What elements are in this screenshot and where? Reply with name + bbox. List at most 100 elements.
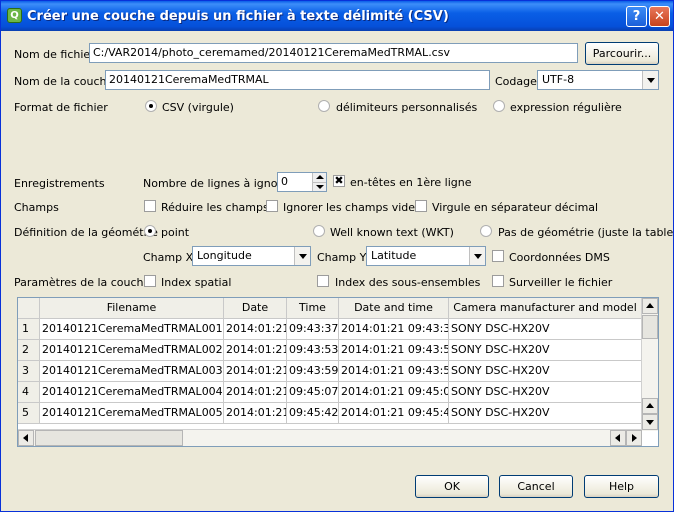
scroll-up-icon[interactable] <box>642 298 658 314</box>
row-number[interactable]: 2 <box>18 340 40 361</box>
y-field-select[interactable]: Latitude <box>366 246 486 266</box>
chevron-down-icon[interactable] <box>294 247 310 265</box>
encoding-label: Codage <box>495 75 537 88</box>
table-cell: SONY DSC-HX20V <box>449 319 642 340</box>
table-cell: SONY DSC-HX20V <box>449 361 642 382</box>
subset-index-checkbox[interactable] <box>317 275 329 287</box>
table-cell: SONY DSC-HX20V <box>449 382 642 403</box>
header-first-line-label: en-têtes en 1ère ligne <box>350 176 472 189</box>
help-icon[interactable]: ? <box>626 6 647 27</box>
y-field-label: Champ Y <box>317 251 367 264</box>
file-name-input[interactable]: C:/VAR2014/photo_ceremamed/20140121Cerem… <box>89 43 578 63</box>
table-cell: 09:45:42 <box>287 403 339 424</box>
y-field-value: Latitude <box>371 249 417 262</box>
encoding-value: UTF-8 <box>542 73 575 86</box>
table-cell: 20140121CeremaMedTRMAL001.JPG <box>40 319 224 340</box>
trim-fields-checkbox[interactable] <box>144 200 156 212</box>
row-number[interactable]: 1 <box>18 319 40 340</box>
table-cell: 2014:01:21 <box>224 361 287 382</box>
csv-radio[interactable] <box>145 100 157 112</box>
scroll-right-icon[interactable] <box>626 430 642 446</box>
column-header[interactable]: Time <box>287 298 339 319</box>
table-cell: 2014:01:21 <box>224 403 287 424</box>
regex-radio[interactable] <box>493 100 505 112</box>
table-row[interactable]: 4 20140121CeremaMedTRMAL004.JPG 2014:01:… <box>18 382 642 403</box>
close-icon[interactable]: ✕ <box>649 6 670 27</box>
row-number[interactable]: 5 <box>18 403 40 424</box>
title-bar[interactable]: Q Créer une couche depuis un fichier à t… <box>1 1 673 31</box>
ignore-empty-label: Ignorer les champs vides <box>283 201 421 214</box>
chevron-down-icon[interactable] <box>642 71 658 89</box>
file-format-label: Format de fichier <box>14 101 108 114</box>
column-header[interactable]: Date and time <box>339 298 449 319</box>
skip-lines-value: 0 <box>281 175 288 188</box>
watch-file-checkbox[interactable] <box>492 275 504 287</box>
table-cell: 09:43:53 <box>287 340 339 361</box>
vertical-scrollbar[interactable] <box>641 298 658 431</box>
table-row[interactable]: 5 20140121CeremaMedTRMAL005.JPG 2014:01:… <box>18 403 642 424</box>
column-header[interactable]: Camera manufacturer and model <box>449 298 642 319</box>
spatial-index-checkbox[interactable] <box>144 275 156 287</box>
x-field-select[interactable]: Longitude <box>192 246 311 266</box>
scroll-thumb[interactable] <box>642 315 658 339</box>
scroll-up-icon[interactable] <box>642 398 658 414</box>
layer-name-label: Nom de la couche <box>14 75 114 88</box>
trim-fields-label: Réduire les champs <box>161 201 269 214</box>
point-radio-label: point <box>161 226 190 239</box>
header-first-line-checkbox[interactable]: ✖ <box>333 175 345 187</box>
layer-settings-label: Paramètres de la couche <box>14 276 151 289</box>
point-radio[interactable] <box>144 225 156 237</box>
no-geometry-radio[interactable] <box>480 225 492 237</box>
table-cell: 2014:01:21 09:45:42 <box>339 403 449 424</box>
table-row[interactable]: 2 20140121CeremaMedTRMAL002.JPG 2014:01:… <box>18 340 642 361</box>
row-number[interactable]: 3 <box>18 361 40 382</box>
preview-table[interactable]: Filename Date Time Date and time Camera … <box>17 297 659 447</box>
regex-radio-label: expression régulière <box>510 101 622 114</box>
x-field-label: Champ X <box>143 251 194 264</box>
table-row[interactable]: 1 20140121CeremaMedTRMAL001.JPG 2014:01:… <box>18 319 642 340</box>
spatial-index-label: Index spatial <box>161 276 232 289</box>
scroll-left-icon[interactable] <box>18 430 34 446</box>
stepper-down-icon[interactable] <box>312 182 326 191</box>
wkt-radio[interactable] <box>313 225 325 237</box>
dms-label: Coordonnées DMS <box>509 251 610 264</box>
custom-delimiters-radio[interactable] <box>318 100 330 112</box>
scroll-down-icon[interactable] <box>642 414 658 430</box>
chevron-down-icon[interactable] <box>469 247 485 265</box>
stepper-up-icon[interactable] <box>312 173 326 182</box>
ignore-empty-checkbox[interactable] <box>266 200 278 212</box>
table-cell: 2014:01:21 09:45:07 <box>339 382 449 403</box>
horizontal-scrollbar[interactable] <box>18 429 642 446</box>
ok-button[interactable]: OK <box>415 475 489 498</box>
fields-label: Champs <box>14 201 59 214</box>
corner-header <box>18 298 40 319</box>
scroll-left-icon[interactable] <box>610 430 626 446</box>
table-cell: SONY DSC-HX20V <box>449 403 642 424</box>
cancel-button[interactable]: Cancel <box>499 475 573 498</box>
wkt-radio-label: Well known text (WKT) <box>330 226 454 239</box>
layer-name-input[interactable]: 20140121CeremaMedTRMAL <box>105 70 490 90</box>
window-title: Créer une couche depuis un fichier à tex… <box>27 9 449 24</box>
column-header[interactable]: Filename <box>40 298 224 319</box>
encoding-select[interactable]: UTF-8 <box>537 70 659 90</box>
dms-checkbox[interactable] <box>492 250 504 262</box>
row-number[interactable]: 4 <box>18 382 40 403</box>
table-cell: 2014:01:21 <box>224 382 287 403</box>
table-cell: 2014:01:21 <box>224 340 287 361</box>
table-row[interactable]: 3 20140121CeremaMedTRMAL003.JPG 2014:01:… <box>18 361 642 382</box>
table-cell: 20140121CeremaMedTRMAL002.JPG <box>40 340 224 361</box>
subset-index-label: Index des sous-ensembles <box>335 276 481 289</box>
table-cell: 20140121CeremaMedTRMAL003.JPG <box>40 361 224 382</box>
csv-import-dialog: Q Créer une couche depuis un fichier à t… <box>0 0 674 512</box>
decimal-comma-label: Virgule en séparateur décimal <box>432 201 599 214</box>
browse-button[interactable]: Parcourir... <box>585 42 659 65</box>
skip-lines-stepper[interactable]: 0 <box>277 172 327 192</box>
decimal-comma-checkbox[interactable] <box>415 200 427 212</box>
scroll-thumb[interactable] <box>35 430 183 446</box>
help-button[interactable]: Help <box>584 475 659 498</box>
qgis-logo-icon: Q <box>7 8 22 23</box>
table-cell: SONY DSC-HX20V <box>449 340 642 361</box>
column-header[interactable]: Date <box>224 298 287 319</box>
csv-radio-label: CSV (virgule) <box>162 101 234 114</box>
geometry-definition-label: Définition de la géométrie <box>14 226 158 239</box>
